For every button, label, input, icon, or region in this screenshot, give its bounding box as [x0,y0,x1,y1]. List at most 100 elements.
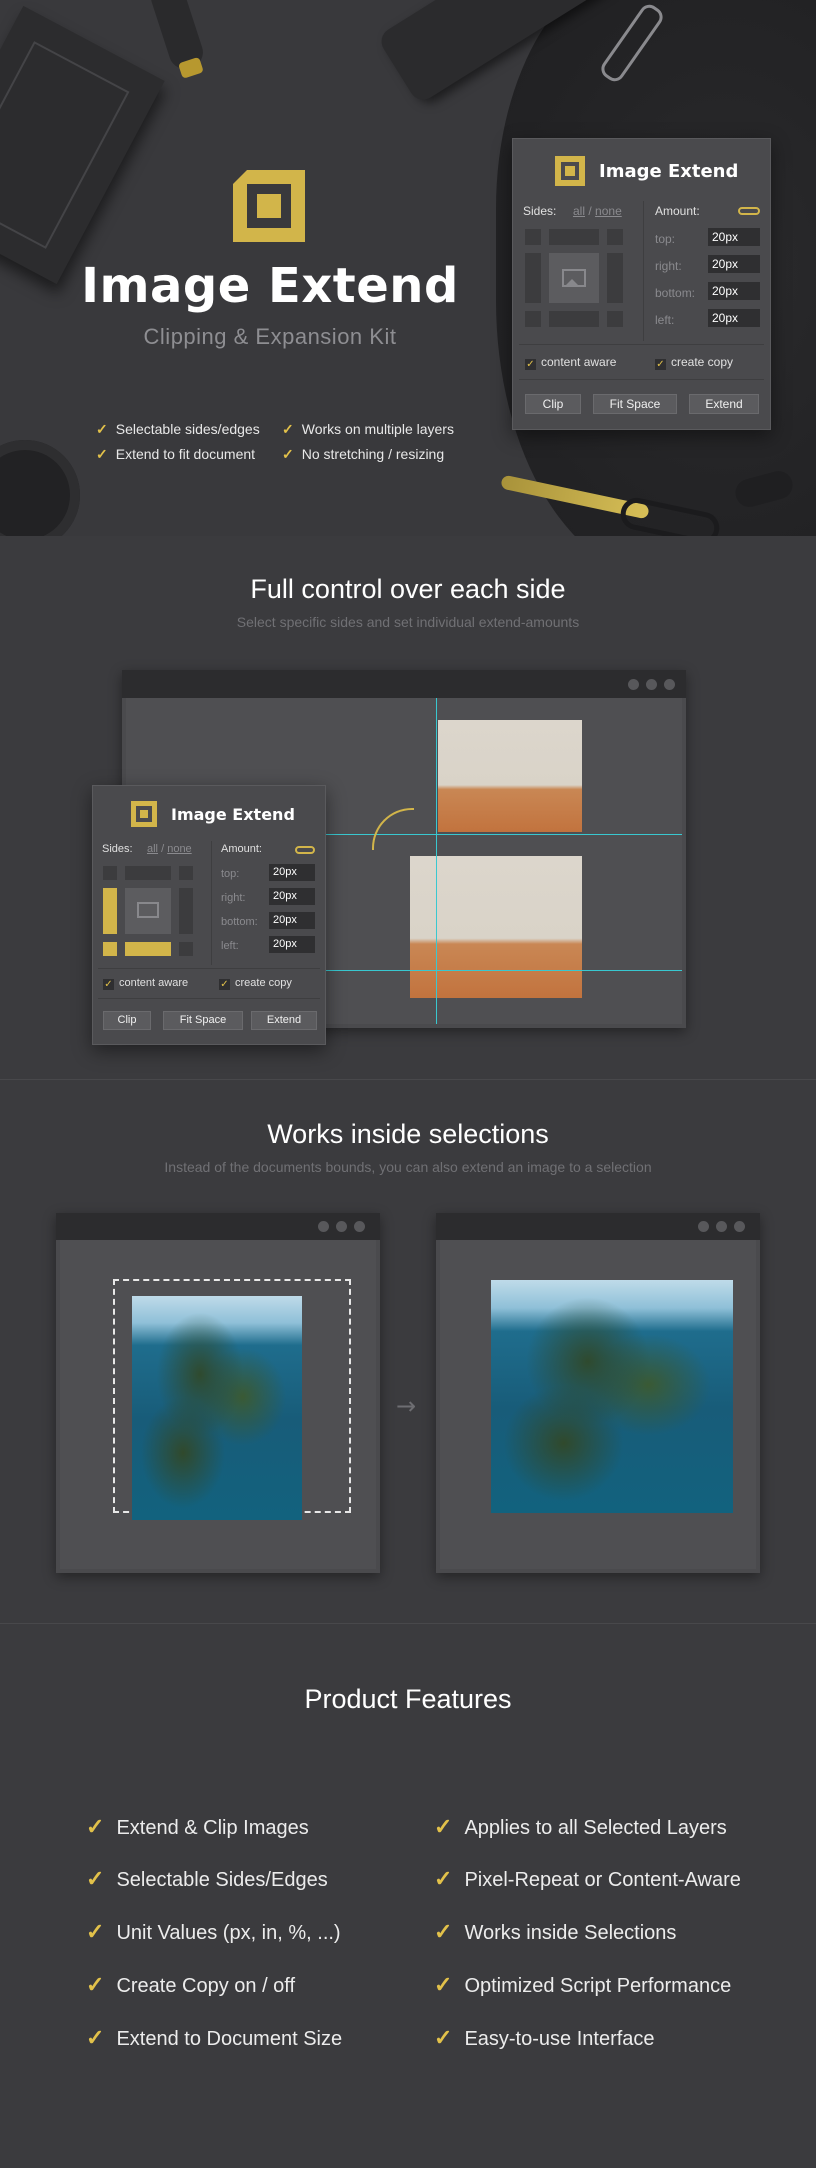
panel-divider [211,841,212,965]
sides-all-link[interactable]: all [573,204,585,218]
side-left-toggle[interactable] [103,888,117,934]
panel-title: Image Extend [599,161,739,182]
check-icon: ✓ [86,1919,105,1944]
corner-bottom-right[interactable] [607,311,623,327]
panel-logo-icon [555,156,585,186]
sides-label: Sides: [523,204,557,218]
amount-left-input[interactable]: 20px [269,936,315,953]
feature-item: ✓ Pixel-Repeat or Content-Aware [434,1866,741,1891]
link-chain-icon[interactable] [295,846,315,854]
corner-bottom-left[interactable] [103,942,117,956]
feature-item: ✓ Unit Values (px, in, %, ...) [86,1919,341,1944]
check-icon: ✓ [282,446,294,462]
amount-right-input[interactable]: 20px [269,888,315,905]
check-icon: ✓ [96,446,108,462]
check-icon: ✓ [86,2025,105,2050]
image-extend-panel: Image Extend Sides: all / none Amount: t… [92,785,326,1045]
hero-feature: ✓ Selectable sides/edges [96,421,260,437]
hero-feature: ✓ No stretching / resizing [282,446,445,462]
panel-divider [643,201,644,341]
island-photo-extended [491,1280,733,1513]
field-label-left: left: [655,313,675,327]
check-icon: ✓ [434,2025,453,2050]
feature-item: ✓ Extend & Clip Images [86,1814,309,1839]
hero-title: Image Extend [81,258,459,314]
side-right-toggle[interactable] [607,253,623,303]
amount-left-input[interactable]: 20px [708,309,760,327]
corner-top-right[interactable] [179,866,193,880]
link-chain-icon[interactable] [738,207,760,215]
extend-button[interactable]: Extend [689,394,759,414]
desert-photo-original [438,720,582,832]
side-top-toggle[interactable] [125,866,171,880]
check-icon: ✓ [96,421,108,437]
checkbox-check-icon: ✓ [219,979,230,990]
corner-bottom-right[interactable] [179,942,193,956]
window-dot [646,679,657,690]
hero-feature: ✓ Extend to fit document [96,446,256,462]
field-label-top: top: [655,232,676,246]
feature-item: ✓ Optimized Script Performance [434,1972,732,1997]
window-dot [336,1221,347,1232]
image-icon [125,888,171,934]
panel-divider [519,344,764,345]
window-dot [318,1221,329,1232]
amount-top-input[interactable]: 20px [708,228,760,246]
panel-divider [98,968,320,969]
fit-space-button[interactable]: Fit Space [163,1011,243,1030]
checkbox-check-icon: ✓ [525,359,536,370]
section1-title: Full control over each side [250,574,566,604]
clip-button[interactable]: Clip [525,394,581,414]
island-photo [132,1296,302,1520]
amount-right-input[interactable]: 20px [708,255,760,273]
logo-icon [233,170,305,242]
clip-button[interactable]: Clip [103,1011,151,1030]
amount-bottom-input[interactable]: 20px [269,912,315,929]
fit-space-button[interactable]: Fit Space [593,394,677,414]
corner-top-left[interactable] [103,866,117,880]
side-left-toggle[interactable] [525,253,541,303]
sides-none-link[interactable]: none [167,843,191,855]
side-bottom-toggle[interactable] [125,942,171,956]
section-divider [0,1623,816,1624]
extend-button[interactable]: Extend [251,1011,317,1030]
corner-top-right[interactable] [607,229,623,245]
check-icon: ✓ [282,421,294,437]
sides-label: Sides: [102,843,133,855]
content-aware-checkbox[interactable]: ✓ content aware [525,355,616,370]
create-copy-checkbox[interactable]: ✓ create copy [655,355,733,370]
corner-top-left[interactable] [525,229,541,245]
content-aware-checkbox[interactable]: ✓ content aware [103,977,188,990]
sides-all-link[interactable]: all [147,843,158,855]
window-before [56,1213,380,1573]
side-right-toggle[interactable] [179,888,193,934]
side-top-toggle[interactable] [549,229,599,245]
field-label-bottom: bottom: [221,916,258,928]
sides-select: all / none [147,843,192,855]
check-icon: ✓ [86,1814,105,1839]
window-titlebar [56,1213,380,1240]
image-icon [549,253,599,303]
panel-title: Image Extend [171,805,295,824]
hero-section: Image Extend Clipping & Expansion Kit ✓ S… [0,0,816,536]
checkbox-check-icon: ✓ [103,979,114,990]
create-copy-checkbox[interactable]: ✓ create copy [219,977,292,990]
check-icon: ✓ [434,1866,453,1891]
feature-item: ✓ Works inside Selections [434,1919,677,1944]
corner-bottom-left[interactable] [525,311,541,327]
check-icon: ✓ [86,1866,105,1891]
amount-top-input[interactable]: 20px [269,864,315,881]
amount-bottom-input[interactable]: 20px [708,282,760,300]
section2-title: Works inside selections [267,1119,549,1149]
field-label-right: right: [655,259,682,273]
panel-divider [519,379,764,380]
sides-none-link[interactable]: none [595,204,622,218]
sides-select: all / none [573,204,622,218]
field-label-bottom: bottom: [655,286,696,300]
side-bottom-toggle[interactable] [549,311,599,327]
features-title: Product Features [304,1684,512,1714]
stamp-decoration [146,0,208,74]
image-extend-panel: Image Extend Sides: all / none Amount: t… [512,138,771,430]
amount-label: Amount: [221,843,262,855]
check-icon: ✓ [86,1972,105,1997]
